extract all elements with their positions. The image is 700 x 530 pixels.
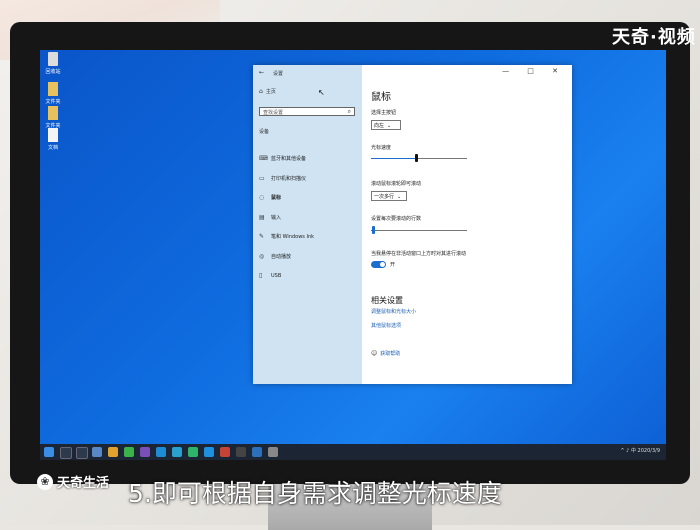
- home-icon: ⌂: [259, 88, 263, 95]
- sidebar-item-label: 笔和 Windows Ink: [271, 234, 315, 241]
- help-link[interactable]: ☺ 获取帮助: [371, 350, 400, 357]
- printer-icon: ▭: [259, 174, 265, 182]
- search-placeholder: 查找设置: [263, 110, 284, 116]
- wheel-label: 滚动鼠标滚轮即可滚动: [371, 181, 422, 187]
- subtitle-caption: 5.即可根据自身需求调整光标速度: [128, 479, 502, 508]
- desktop-icon-document[interactable]: 文档: [40, 128, 66, 151]
- sidebar-item-printers[interactable]: ▭ 打印机和扫描仪: [259, 169, 359, 189]
- settings-content: — □ ✕ 鼠标 选择主按钮 向左 ⌄ 光标速度 滚动鼠标滚轮即可滚动 一次多行 ⌄…: [362, 65, 572, 384]
- sidebar-item-bluetooth[interactable]: ⌨ 蓝牙和其他设备: [259, 149, 359, 169]
- desktop-icon-folder[interactable]: 文件夹: [40, 82, 66, 105]
- app-icon[interactable]: [172, 447, 182, 457]
- app-icon[interactable]: [156, 447, 166, 457]
- primary-button-label: 选择主按钮: [371, 110, 397, 116]
- chrome-icon[interactable]: [108, 447, 118, 457]
- help-label: 获取帮助: [380, 351, 401, 357]
- app-icon[interactable]: [252, 447, 262, 457]
- lines-label: 设置每次要滚动的行数: [371, 216, 422, 222]
- sidebar-item-autoplay[interactable]: ◎ 自动播放: [259, 247, 359, 267]
- related-settings-title: 相关设置: [371, 296, 403, 305]
- usb-icon: ▯: [259, 272, 263, 280]
- app-icon[interactable]: [236, 447, 246, 457]
- chevron-down-icon: ⌄: [397, 194, 402, 200]
- sidebar-item-label: USB: [271, 272, 282, 279]
- cursor-speed-label: 光标速度: [371, 145, 392, 151]
- primary-button-dropdown[interactable]: 向左 ⌄: [371, 120, 401, 130]
- desktop-icon-label: 文档: [47, 145, 58, 151]
- sidebar-item-label: 输入: [271, 214, 282, 221]
- folder-icon: [48, 106, 58, 120]
- back-button[interactable]: ←: [259, 69, 264, 76]
- settings-icon[interactable]: [268, 447, 278, 457]
- system-tray[interactable]: ^ ♪ 中 2020/3/9: [620, 447, 660, 454]
- mouse-icon: ◌: [259, 194, 265, 202]
- link-adjust-cursor-size[interactable]: 调整鼠标和光标大小: [371, 308, 416, 315]
- start-icon[interactable]: [44, 447, 54, 457]
- sidebar-item-usb[interactable]: ▯ USB: [259, 266, 359, 286]
- document-icon: [48, 128, 58, 142]
- lines-thumb[interactable]: [372, 226, 376, 234]
- brand-logo: 天奇·视频: [612, 27, 696, 48]
- toggle-state: 开: [390, 262, 396, 268]
- sidebar-item-label: 蓝牙和其他设备: [271, 156, 307, 163]
- autoplay-icon: ◎: [259, 252, 265, 260]
- watermark-logo-icon: ❀: [37, 473, 53, 490]
- keyboard-icon: ▤: [259, 213, 265, 221]
- watermark: ❀ 天奇生活: [37, 472, 109, 491]
- bluetooth-icon: ⌨: [259, 155, 268, 163]
- app-icon[interactable]: [124, 447, 134, 457]
- recycle-bin-icon: [48, 52, 58, 66]
- app-icon[interactable]: [204, 447, 214, 457]
- sidebar-item-label: 自动播放: [271, 253, 292, 260]
- cursor-speed-fill: [371, 158, 417, 159]
- mouse-pointer-icon: ↖: [318, 88, 325, 97]
- wechat-icon[interactable]: [188, 447, 198, 457]
- desktop-icon-label: 文件夹: [45, 99, 61, 105]
- settings-nav: ⌨ 蓝牙和其他设备 ▭ 打印机和扫描仪 ◌ 鼠标 ▤ 输入 ✎ 笔和 Windows In…: [259, 149, 359, 286]
- home-label: 主页: [265, 89, 276, 95]
- sidebar-item-pen[interactable]: ✎ 笔和 Windows Ink: [259, 227, 359, 247]
- window-title: 设置: [273, 71, 284, 77]
- dropdown-value: 一次多行: [374, 194, 395, 200]
- folder-icon: [48, 82, 58, 96]
- window-controls[interactable]: — □ ✕: [502, 67, 566, 75]
- pen-icon: ✎: [259, 233, 265, 241]
- search-icon: ⌕: [347, 108, 351, 115]
- settings-window: ← 设置 ⌂ 主页 查找设置 ⌕ 设备 ⌨ 蓝牙和其他设备 ▭ 打印机和扫描仪 ◌ 鼠标…: [253, 65, 572, 384]
- task-view-icon[interactable]: [76, 447, 88, 459]
- edge-icon[interactable]: [92, 447, 102, 457]
- settings-sidebar: ← 设置 ⌂ 主页 查找设置 ⌕ 设备 ⌨ 蓝牙和其他设备 ▭ 打印机和扫描仪 ◌ 鼠标…: [253, 65, 362, 384]
- desktop-icon-recycle-bin[interactable]: 回收站: [40, 52, 66, 75]
- sidebar-item-label: 打印机和扫描仪: [271, 175, 307, 182]
- cursor-speed-thumb[interactable]: [414, 154, 418, 162]
- taskbar: ^ ♪ 中 2020/3/9: [40, 444, 666, 460]
- sidebar-item-typing[interactable]: ▤ 输入: [259, 208, 359, 228]
- section-label: 设备: [259, 129, 270, 135]
- chevron-down-icon: ⌄: [387, 123, 392, 129]
- desktop-icon-folder-2[interactable]: 文件夹: [40, 106, 66, 129]
- desktop-icon-label: 回收站: [45, 69, 61, 75]
- link-additional-mouse-options[interactable]: 其他鼠标选项: [371, 322, 401, 329]
- dropdown-value: 向左: [374, 123, 385, 129]
- help-icon: ☺: [371, 350, 378, 357]
- lines-slider[interactable]: [371, 230, 467, 231]
- inactive-scroll-label: 当我悬停在非活动窗口上方时对其进行滚动: [371, 251, 467, 257]
- wheel-dropdown[interactable]: 一次多行 ⌄: [371, 191, 407, 201]
- page-title: 鼠标: [371, 92, 391, 103]
- search-icon[interactable]: [60, 447, 72, 459]
- inactive-scroll-toggle[interactable]: [371, 261, 386, 268]
- sidebar-item-label: 鼠标: [271, 195, 282, 202]
- sidebar-item-mouse[interactable]: ◌ 鼠标: [259, 188, 359, 208]
- search-input[interactable]: 查找设置 ⌕: [259, 107, 355, 116]
- wps-icon[interactable]: [220, 447, 230, 457]
- home-link[interactable]: ⌂ 主页: [259, 88, 276, 95]
- app-icon[interactable]: [140, 447, 150, 457]
- toggle-knob: [380, 262, 385, 267]
- watermark-text: 天奇生活: [57, 476, 110, 491]
